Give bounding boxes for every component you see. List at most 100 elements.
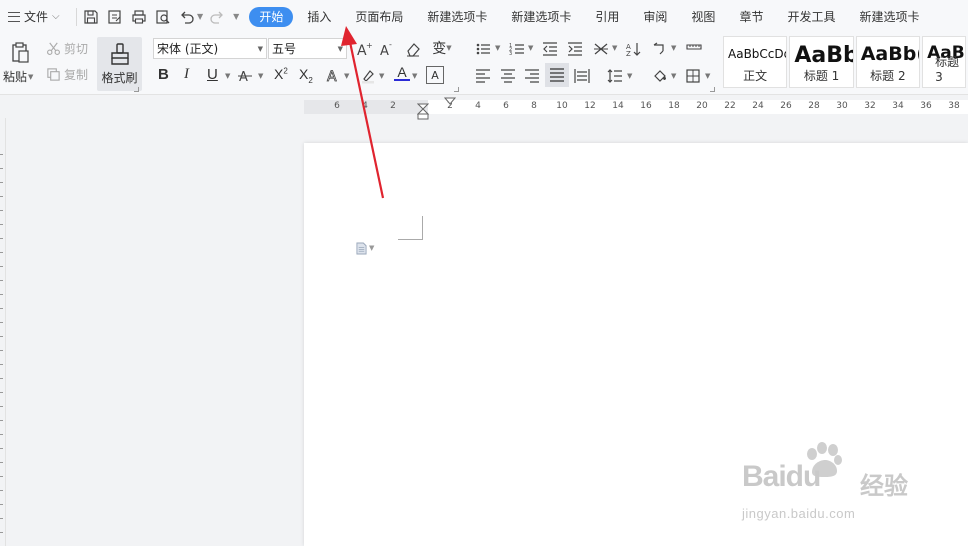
tab-view[interactable]: 视图	[679, 7, 727, 27]
copy-button[interactable]: 复制	[46, 66, 88, 83]
tab-new-2[interactable]: 新建选项卡	[499, 7, 583, 27]
font-color-dropdown-icon[interactable]: ▼	[412, 72, 417, 80]
customize-toolbar-icon[interactable]: ▼	[233, 12, 239, 21]
svg-text:A: A	[380, 44, 389, 57]
align-right-button[interactable]	[522, 66, 542, 86]
grow-font-button[interactable]: A +	[354, 39, 374, 59]
style-name: 标题 2	[870, 69, 906, 83]
font-launcher-icon[interactable]	[454, 87, 459, 92]
styles-gallery: AaBbCcDd 正文 AaBb 标题 1 AaBb( 标题 2 AaBb 标题…	[723, 36, 968, 88]
hamburger-icon	[8, 11, 20, 22]
ruler-tick-label: 14	[612, 101, 624, 111]
highlight-dropdown-icon[interactable]: ▼	[379, 72, 384, 80]
align-center-button[interactable]	[498, 66, 518, 86]
text-effect-dropdown-icon[interactable]: ▼	[344, 72, 349, 80]
vertical-ruler-tick	[0, 364, 3, 365]
eraser-icon	[407, 43, 420, 57]
vertical-ruler[interactable]	[0, 118, 6, 546]
style-normal[interactable]: AaBbCcDd 正文	[723, 36, 788, 88]
line-spacing-dropdown-icon[interactable]: ▼	[627, 72, 632, 80]
underline-button[interactable]: U	[207, 66, 218, 83]
bullets-dropdown-icon[interactable]: ▼	[495, 44, 500, 52]
bullets-button[interactable]	[473, 39, 493, 59]
tab-stops-button[interactable]	[683, 39, 705, 59]
shading-button[interactable]	[649, 66, 671, 86]
style-heading-3[interactable]: AaBb 标题 3	[922, 36, 966, 88]
show-marks-dropdown-icon[interactable]: ▼	[671, 44, 676, 52]
align-left-button[interactable]	[473, 66, 493, 86]
tab-developer[interactable]: 开发工具	[775, 7, 847, 27]
tab-review[interactable]: 审阅	[631, 7, 679, 27]
strikethrough-button[interactable]: A	[235, 66, 255, 86]
print-button[interactable]	[128, 5, 150, 29]
watermark-url: jingyan.baidu.com	[742, 506, 856, 521]
superscript-button[interactable]: X2	[274, 66, 288, 82]
justify-button[interactable]	[545, 63, 569, 87]
paste-menu[interactable]: 粘贴 ▼	[3, 68, 39, 85]
export-pdf-button[interactable]	[104, 5, 126, 29]
line-spacing-icon	[607, 69, 622, 83]
clipboard-launcher-icon[interactable]	[134, 87, 139, 92]
horizontal-ruler[interactable]: 6 4 2 2 4 6 8 10 12 14 16 18 20 22 24 26 28 30 32 34 36 38	[0, 96, 968, 120]
font-color-button[interactable]: A	[394, 64, 410, 81]
show-marks-button[interactable]	[649, 39, 671, 59]
italic-button[interactable]: I	[184, 66, 189, 83]
tab-section[interactable]: 章节	[727, 7, 775, 27]
shading-dropdown-icon[interactable]: ▼	[671, 72, 676, 80]
subscript-button[interactable]: X2	[299, 66, 313, 85]
format-painter-label: 格式刷	[101, 71, 138, 85]
save-button[interactable]	[80, 5, 102, 29]
file-menu[interactable]: 文件 ⌵	[0, 0, 74, 33]
highlight-button[interactable]	[358, 66, 378, 86]
distribute-button[interactable]	[572, 66, 592, 86]
save-icon	[84, 9, 98, 24]
redo-button[interactable]	[206, 5, 228, 29]
tab-home[interactable]: 开始	[249, 6, 294, 27]
tab-new-1[interactable]: 新建选项卡	[415, 7, 499, 27]
undo-dropdown-icon[interactable]: ▼	[197, 12, 203, 21]
clipboard-icon	[12, 42, 29, 63]
line-spacing-button[interactable]	[605, 66, 625, 86]
chinese-layout-icon	[594, 43, 608, 55]
cut-button[interactable]: 剪切	[46, 40, 88, 57]
paste-options-icon[interactable]: ▼	[356, 241, 378, 255]
borders-dropdown-icon[interactable]: ▼	[705, 72, 710, 80]
tab-references[interactable]: 引用	[583, 7, 631, 27]
svg-text:3: 3	[509, 51, 512, 57]
first-line-indent-icon[interactable]	[444, 96, 456, 108]
numbering-button[interactable]: 123	[507, 39, 527, 59]
text-effect-button[interactable]: A	[324, 66, 344, 86]
strikethrough-icon: A	[238, 70, 252, 84]
justify-icon	[550, 68, 564, 82]
font-size-select[interactable]: 五号 ▼	[268, 38, 347, 59]
phonetic-guide-button[interactable]: 变 ▼	[428, 38, 456, 58]
tab-new-3[interactable]: 新建选项卡	[847, 7, 931, 27]
font-name-select[interactable]: 宋体 (正文) ▼	[153, 38, 267, 59]
style-sample: AaBbCcDd	[728, 47, 788, 61]
chinese-layout-button[interactable]	[590, 39, 612, 59]
underline-dropdown-icon[interactable]: ▼	[225, 72, 230, 80]
paste-button[interactable]	[6, 39, 34, 65]
format-painter-button[interactable]: 格式刷	[97, 37, 142, 91]
paragraph-launcher-icon[interactable]	[710, 87, 715, 92]
numbering-dropdown-icon[interactable]: ▼	[528, 44, 533, 52]
tab-insert[interactable]: 插入	[295, 7, 343, 27]
clear-format-button[interactable]	[403, 39, 423, 59]
style-heading-1[interactable]: AaBb 标题 1	[789, 36, 854, 88]
style-heading-2[interactable]: AaBb( 标题 2	[855, 36, 921, 88]
align-right-icon	[525, 69, 539, 83]
tab-page-layout[interactable]: 页面布局	[343, 7, 415, 27]
increase-indent-button[interactable]	[565, 39, 585, 59]
strikethrough-dropdown-icon[interactable]: ▼	[258, 72, 263, 80]
char-border-button[interactable]: A	[426, 66, 444, 84]
print-preview-button[interactable]	[152, 5, 174, 29]
borders-button[interactable]	[683, 66, 703, 86]
undo-button[interactable]	[176, 5, 198, 29]
shrink-font-button[interactable]: A-	[377, 39, 397, 59]
decrease-indent-button[interactable]	[540, 39, 560, 59]
chinese-layout-dropdown-icon[interactable]: ▼	[612, 44, 617, 52]
vertical-ruler-tick	[0, 420, 3, 421]
sort-button[interactable]: AZ	[624, 39, 644, 59]
indent-marker-icon[interactable]	[417, 96, 429, 120]
bold-button[interactable]: B	[158, 66, 169, 83]
